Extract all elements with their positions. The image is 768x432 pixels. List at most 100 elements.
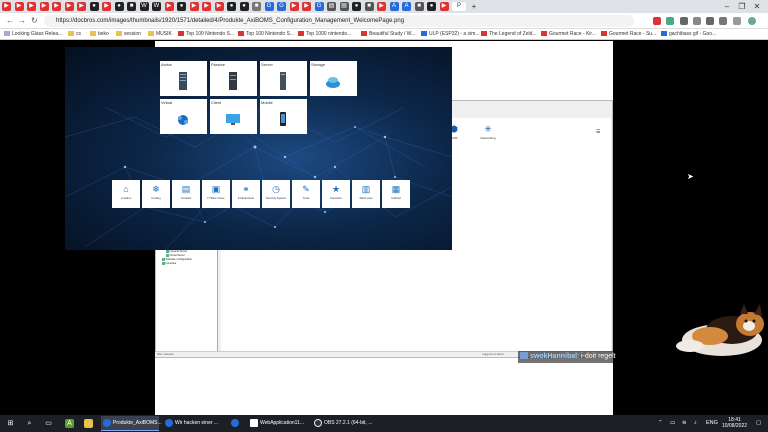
tab-github[interactable]: ● xyxy=(239,2,249,11)
tab-youtube[interactable]: ▶ xyxy=(377,2,386,11)
bookmark-item[interactable]: Looking Glass Relea... xyxy=(4,31,62,37)
tab-generic[interactable]: ■ xyxy=(364,2,374,11)
tab-github[interactable]: ● xyxy=(114,2,124,11)
tab-wiki[interactable]: W xyxy=(152,2,161,11)
taskbar-app-browser[interactable]: Produkte_AxiBOMS... xyxy=(101,416,162,431)
tray-network-icon[interactable]: ▭ xyxy=(670,415,675,432)
avatar[interactable] xyxy=(748,17,756,25)
tab-youtube[interactable]: ▶ xyxy=(189,2,199,11)
notification-icon[interactable]: ▢ xyxy=(756,415,761,432)
extension-icon[interactable] xyxy=(666,17,674,25)
tab-wiki[interactable]: W xyxy=(139,2,149,11)
tab-youtube[interactable]: ▶ xyxy=(102,2,111,11)
bookmark-item[interactable]: Top 1000 nintendo... xyxy=(298,31,351,37)
windows-start-icon[interactable]: ⊞ xyxy=(6,419,15,428)
network-background xyxy=(65,106,452,250)
tab-active[interactable]: P xyxy=(452,2,466,11)
tab-youtube[interactable]: ▶ xyxy=(302,2,311,11)
tab-github[interactable]: ● xyxy=(427,2,436,11)
shield-icon[interactable] xyxy=(653,17,661,25)
tab-github[interactable]: ● xyxy=(177,2,186,11)
tile-favorites: ★ Favorites xyxy=(322,180,350,208)
bookmarks-bar: Looking Glass Relea... cs beko session M… xyxy=(0,29,768,40)
tab-youtube[interactable]: ▶ xyxy=(39,2,49,11)
taskbar-app-obs[interactable]: OBS 27.2.1 (64-bit, ... xyxy=(312,416,372,431)
tab-google[interactable]: G xyxy=(277,2,286,11)
url-input[interactable]: https://docbros.com/images/thumbnails/19… xyxy=(44,15,634,27)
tab-youtube[interactable]: ▶ xyxy=(439,2,449,11)
extension-icon[interactable] xyxy=(680,17,688,25)
server-icon xyxy=(280,72,286,90)
tab-youtube[interactable]: ▶ xyxy=(77,2,86,11)
folder-icon[interactable] xyxy=(84,419,93,428)
tab-youtube[interactable]: ▶ xyxy=(52,2,61,11)
tab-youtube[interactable]: ▶ xyxy=(27,2,36,11)
close-icon[interactable]: ✕ xyxy=(750,2,764,11)
tab-youtube[interactable]: ▶ xyxy=(289,2,299,11)
bookmark-item[interactable]: ULP (ESP32) - a sim... xyxy=(421,31,479,37)
taskbar-app-chrome[interactable] xyxy=(229,416,243,431)
tab-youtube[interactable]: ▶ xyxy=(2,2,11,11)
tray-wifi-icon[interactable]: ≋ xyxy=(682,415,687,432)
tab-youtube[interactable]: ▶ xyxy=(164,2,174,11)
tab-github[interactable]: ● xyxy=(352,2,361,11)
sidebar-icon[interactable] xyxy=(733,17,741,25)
tab-youtube[interactable]: ▶ xyxy=(202,2,211,11)
bookmark-folder[interactable]: MUSIK xyxy=(148,31,172,37)
forward-icon[interactable]: → xyxy=(18,16,26,25)
tray-volume-icon[interactable]: ♪ xyxy=(694,415,697,432)
tab-generic[interactable]: ■ xyxy=(127,2,136,11)
bookmark-item[interactable]: Beautiful Study / W... xyxy=(361,31,415,37)
tab-translate[interactable]: A xyxy=(402,2,411,11)
tab-youtube[interactable]: ▶ xyxy=(214,2,224,11)
tile-security-system: ◷ Security System xyxy=(262,180,290,208)
taskbar-app-visual-studio[interactable]: WebApplication11... xyxy=(248,416,306,431)
bookmark-item[interactable]: Gourmet Race - Su... xyxy=(601,31,656,37)
task-view-icon[interactable]: ▭ xyxy=(44,419,53,428)
tab-youtube[interactable]: ▶ xyxy=(64,2,74,11)
back-icon[interactable]: ← xyxy=(6,16,14,25)
tab-generic[interactable]: ▤ xyxy=(327,2,336,11)
bookmark-item[interactable]: Gourmet Race - Kir... xyxy=(541,31,596,37)
bookmark-item[interactable]: Top 100 Nintendo S... xyxy=(238,31,294,37)
reload-icon[interactable]: ↻ xyxy=(31,16,38,25)
puzzle-icon[interactable] xyxy=(693,17,701,25)
tab-github[interactable]: ● xyxy=(89,2,99,11)
browser-tab-strip: ▶ ▶ ▶ ▶ ▶ ▶ ▶ ● ▶ ● ■ W W ▶ ● ▶ ▶ ▶ ● ● … xyxy=(0,0,768,13)
tree-item: virtual Server xyxy=(166,254,185,257)
taskbar-app-browser-2[interactable]: Wir hacken einer ... xyxy=(163,416,221,431)
windows-taskbar: ⊞ ⌕ ▭ A Produkte_AxiBOMS... Wir hacken e… xyxy=(0,415,768,432)
bookmark-folder[interactable]: beko xyxy=(90,31,109,37)
bookmark-item[interactable]: Top 100 Nintendo S... xyxy=(178,31,234,37)
tab-generic[interactable]: ■ xyxy=(252,2,261,11)
tray-chevron-icon[interactable]: ⌃ xyxy=(658,415,663,432)
app-icon[interactable]: A xyxy=(65,419,74,428)
tab-youtube[interactable]: ▶ xyxy=(14,2,24,11)
search-icon[interactable]: ⌕ xyxy=(25,419,34,428)
extension-icon[interactable] xyxy=(706,17,714,25)
device-icon: ▣ xyxy=(211,184,221,194)
new-tab-button[interactable]: + xyxy=(470,2,479,11)
tab-github[interactable]: ● xyxy=(227,2,236,11)
bookmark-folder[interactable]: cs xyxy=(68,31,81,37)
tab-translate[interactable]: A xyxy=(389,2,399,11)
tab-generic[interactable]: ■ xyxy=(414,2,424,11)
pen-icon: ✎ xyxy=(302,184,310,194)
minimize-icon[interactable]: – xyxy=(720,2,734,11)
tab-generic[interactable]: ▤ xyxy=(339,2,349,11)
extension-icon[interactable] xyxy=(719,17,727,25)
tab-google[interactable]: G xyxy=(314,2,324,11)
nav-networking: ✳ Networking xyxy=(480,124,496,141)
cabinet-icon: ▦ xyxy=(391,184,401,194)
language-indicator[interactable]: ENG xyxy=(706,415,718,432)
tab-google[interactable]: G xyxy=(264,2,274,11)
taskbar-clock[interactable]: 18:41 10/08/2022 xyxy=(722,417,747,429)
bookmark-item[interactable]: The Legend of Zeld... xyxy=(481,31,537,37)
bookmark-item[interactable]: gachibass gif - Goo... xyxy=(661,31,716,37)
welcome-hero: Active Passive Server Storage Virtual Cl… xyxy=(65,47,452,250)
bookmark-folder[interactable]: session xyxy=(116,31,141,37)
maximize-icon[interactable]: ❐ xyxy=(735,2,749,11)
tile-rack-view: ▥ Rack view xyxy=(352,180,380,208)
tile-it-bare-close: ▣ IT Bare Close xyxy=(202,180,230,208)
rack-icon xyxy=(229,72,237,90)
